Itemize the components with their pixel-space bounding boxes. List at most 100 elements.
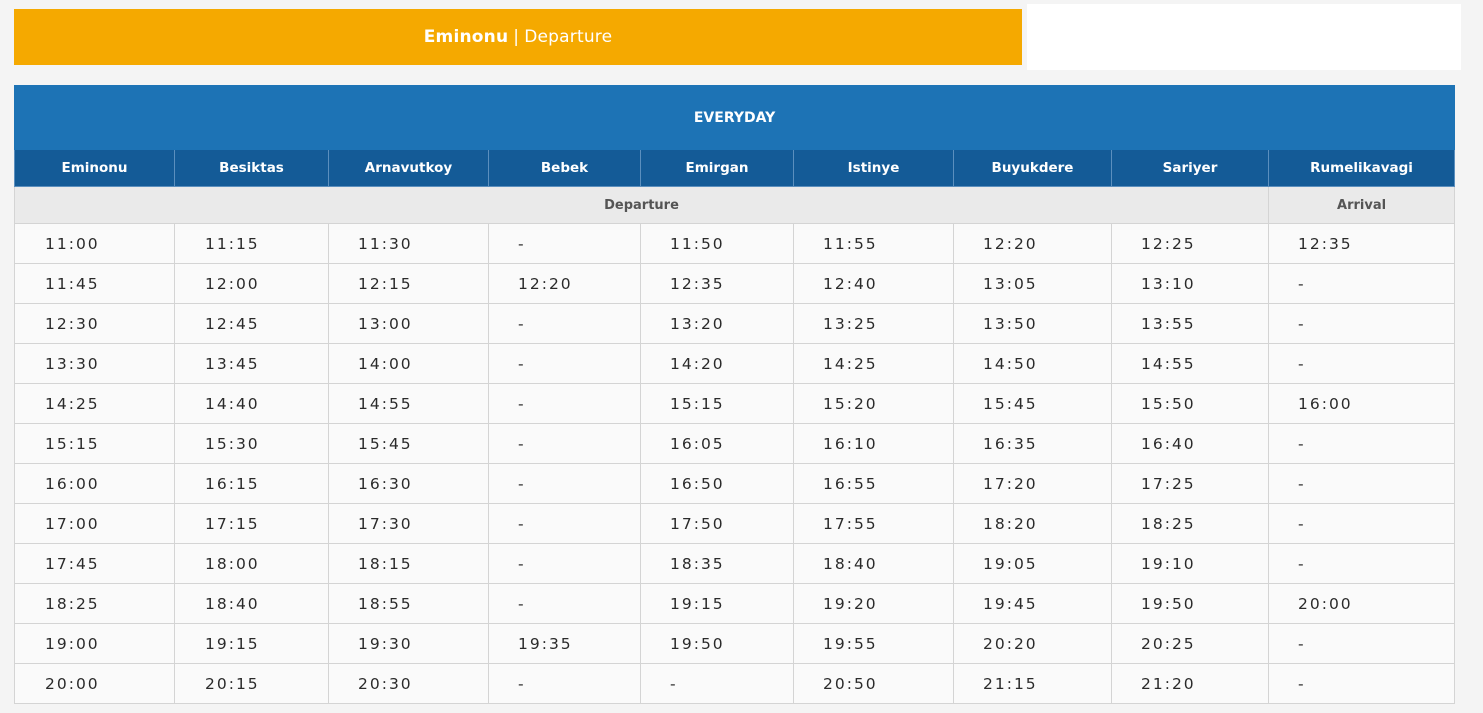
- time-cell: 18:40: [793, 543, 954, 584]
- arrival-label: Arrival: [1267, 186, 1456, 224]
- time-cell: -: [1267, 343, 1456, 384]
- time-cell: 12:35: [1267, 223, 1456, 264]
- time-cell: 16:30: [328, 463, 489, 504]
- table-row: 14:25 14:40 14:55-15:15 15:20 15:45 15:50 16:0…: [14, 383, 1456, 424]
- station-header-eminonu: Eminonu: [14, 149, 175, 187]
- time-cell: 20:20: [953, 623, 1112, 664]
- time-cell: 14:25: [14, 383, 175, 424]
- time-cell: 17:55: [793, 503, 954, 544]
- table-row: 17:45 18:00 18:15-18:35 18:40 19:05 19:10-: [14, 543, 1456, 584]
- time-cell: 19:00: [14, 623, 175, 664]
- station-header-row: Eminonu Besiktas Arnavutkoy Bebek Emirgan Ist…: [14, 149, 1456, 187]
- time-cell: 19:15: [640, 583, 794, 624]
- time-cell: 16:50: [640, 463, 794, 504]
- direction-label: Departure: [524, 27, 613, 47]
- time-cell: 15:20: [793, 383, 954, 424]
- time-cell: 18:25: [1111, 503, 1269, 544]
- time-cell: -: [1267, 663, 1456, 704]
- station-header-emirgan: Emirgan: [640, 149, 794, 187]
- time-cell: 16:40: [1111, 423, 1269, 464]
- time-cell: 18:20: [953, 503, 1112, 544]
- time-cell: 15:45: [953, 383, 1112, 424]
- time-cell: 14:55: [328, 383, 489, 424]
- time-cell: 21:20: [1111, 663, 1269, 704]
- time-cell: -: [488, 303, 641, 344]
- time-cell: 17:00: [14, 503, 175, 544]
- time-cell: 17:15: [174, 503, 329, 544]
- time-cell: 12:25: [1111, 223, 1269, 264]
- table-row: 16:00 16:15 16:30-16:50 16:55 17:20 17:25-: [14, 463, 1456, 504]
- time-cell: 12:35: [640, 263, 794, 304]
- time-cell: 17:30: [328, 503, 489, 544]
- time-cell: 14:20: [640, 343, 794, 384]
- station-header-bebek: Bebek: [488, 149, 641, 187]
- time-cell: 17:50: [640, 503, 794, 544]
- time-cell: 19:45: [953, 583, 1112, 624]
- table-row: 13:30 13:45 14:00-14:20 14:25 14:50 14:55-: [14, 343, 1456, 384]
- time-cell: 11:50: [640, 223, 794, 264]
- time-cell: -: [1267, 423, 1456, 464]
- time-cell: -: [488, 663, 641, 704]
- table-row: 17:00 17:15 17:30-17:50 17:55 18:20 18:25-: [14, 503, 1456, 544]
- time-cell: 11:45: [14, 263, 175, 304]
- time-cell: 12:15: [328, 263, 489, 304]
- time-cell: 13:00: [328, 303, 489, 344]
- time-cell: 13:20: [640, 303, 794, 344]
- time-cell: -: [488, 383, 641, 424]
- phase-row: Departure Arrival: [14, 186, 1456, 224]
- table-row: 12:30 12:45 13:00-13:20 13:25 13:50 13:55-: [14, 303, 1456, 344]
- station-header-istinye: Istinye: [793, 149, 954, 187]
- page: Eminonu | Departure EVERYDAY Eminonu Besi…: [0, 0, 1483, 713]
- time-cell: -: [488, 343, 641, 384]
- time-cell: -: [1267, 463, 1456, 504]
- time-cell: 14:40: [174, 383, 329, 424]
- time-cell: 20:50: [793, 663, 954, 704]
- time-cell: 12:40: [793, 263, 954, 304]
- origin-label: Eminonu: [423, 27, 509, 47]
- station-header-rumelikavagi: Rumelikavagi: [1267, 149, 1456, 187]
- time-cell: 12:45: [174, 303, 329, 344]
- time-cell: 20:25: [1111, 623, 1269, 664]
- table-row: 15:15 15:30 15:45-16:05 16:10 16:35 16:40-: [14, 423, 1456, 464]
- time-cell: 13:55: [1111, 303, 1269, 344]
- time-cell: 11:55: [793, 223, 954, 264]
- time-cell: 12:30: [14, 303, 175, 344]
- time-cell: 12:20: [953, 223, 1112, 264]
- time-cell: 14:55: [1111, 343, 1269, 384]
- time-cell: 13:45: [174, 343, 329, 384]
- time-cell: -: [488, 223, 641, 264]
- time-cell: -: [488, 463, 641, 504]
- time-cell: 19:20: [793, 583, 954, 624]
- table-row: 11:00 11:15 11:30-11:50 11:55 12:20 12:25 12:3…: [14, 223, 1456, 264]
- time-cell: 16:35: [953, 423, 1112, 464]
- time-cell: 16:05: [640, 423, 794, 464]
- time-cell: 19:15: [174, 623, 329, 664]
- time-cell: 21:15: [953, 663, 1112, 704]
- time-cell: 19:05: [953, 543, 1112, 584]
- time-cell: 20:30: [328, 663, 489, 704]
- time-cell: -: [488, 423, 641, 464]
- time-cell: 16:15: [174, 463, 329, 504]
- blank-panel: [1027, 4, 1461, 70]
- time-cell: 17:20: [953, 463, 1112, 504]
- time-cell: 20:00: [1267, 583, 1456, 624]
- time-cell: 16:00: [14, 463, 175, 504]
- time-cell: -: [1267, 503, 1456, 544]
- time-cell: 12:00: [174, 263, 329, 304]
- time-cell: -: [488, 543, 641, 584]
- time-cell: -: [1267, 543, 1456, 584]
- schedule-band-title: EVERYDAY: [13, 85, 1456, 150]
- time-cell: 18:00: [174, 543, 329, 584]
- time-cell: 18:25: [14, 583, 175, 624]
- table-row: 19:00 19:15 19:30 19:35 19:50 19:55 20:20 20:25…: [14, 623, 1456, 664]
- ferry-schedule-table: EVERYDAY Eminonu Besiktas Arnavutkoy Bebek E…: [13, 85, 1456, 704]
- table-row: 20:00 20:15 20:30- -20:50 21:15 21:20-: [14, 663, 1456, 704]
- time-cell: 11:30: [328, 223, 489, 264]
- time-cell: 19:50: [640, 623, 794, 664]
- time-cell: 15:45: [328, 423, 489, 464]
- time-cell: 13:25: [793, 303, 954, 344]
- station-header-sariyer: Sariyer: [1111, 149, 1269, 187]
- time-cell: 11:00: [14, 223, 175, 264]
- table-row: 11:45 12:00 12:15 12:20 12:35 12:40 13:05 13:10…: [14, 263, 1456, 304]
- title-banner: Eminonu | Departure: [14, 9, 1022, 65]
